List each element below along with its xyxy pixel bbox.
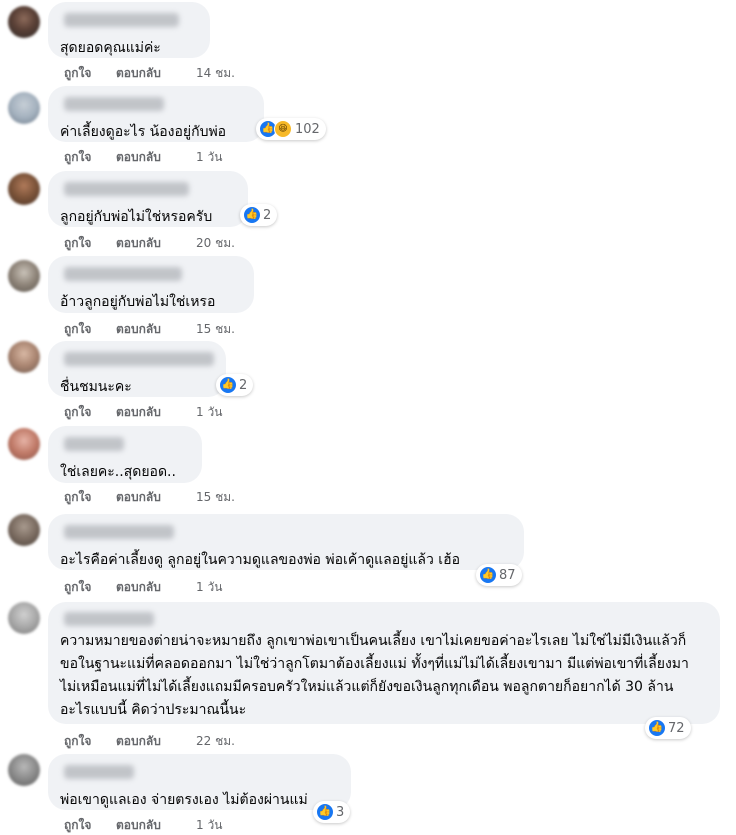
comment-text: ชื่นชมนะคะ (60, 379, 132, 395)
comment-text: อะไรคือค่าเลี้ยงดู ลูกอยู่ในความดูแลของพ… (60, 552, 461, 568)
author-name[interactable] (64, 182, 189, 196)
reply-link[interactable]: ตอบกลับ (116, 148, 196, 167)
comment-text: ใช่เลยคะ..สุดยอด.. (60, 464, 176, 480)
comment-text: พ่อเขาดูแลเอง จ่ายตรงเอง ไม่ต้องผ่านแม่ (60, 792, 308, 808)
comment-bubble: สุดยอดคุณแม่ค่ะ (48, 2, 210, 58)
like-icon: 👍 (219, 376, 237, 394)
author-name[interactable] (64, 97, 164, 111)
like-icon: 👍 (479, 566, 497, 584)
comment-bubble: ลูกอยู่กับพ่อไม่ใช่หรอครับ (48, 171, 248, 227)
avatar[interactable] (8, 260, 40, 292)
reaction-summary[interactable]: 👍 72 (645, 717, 691, 739)
haha-icon: 😆 (274, 120, 292, 138)
reaction-count: 3 (336, 804, 345, 820)
comment-actions: ถูกใจ ตอบกลับ 1 วัน (64, 403, 222, 422)
comment-bubble: ค่าเลี้ยงดูอะไร น้องอยู่กับพ่อ (48, 86, 264, 142)
comment-time[interactable]: 14 ชม. (196, 64, 235, 83)
comment-actions: ถูกใจ ตอบกลับ 1 วัน (64, 816, 222, 835)
like-link[interactable]: ถูกใจ (64, 148, 116, 167)
like-link[interactable]: ถูกใจ (64, 320, 116, 339)
comment-time[interactable]: 22 ชม. (196, 732, 235, 751)
reply-link[interactable]: ตอบกลับ (116, 732, 196, 751)
avatar[interactable] (8, 173, 40, 205)
reaction-count: 87 (499, 567, 516, 583)
reaction-summary[interactable]: 👍 87 (476, 564, 522, 586)
reply-link[interactable]: ตอบกลับ (116, 234, 196, 253)
like-link[interactable]: ถูกใจ (64, 732, 116, 751)
reaction-count: 2 (263, 207, 272, 223)
comment-actions: ถูกใจ ตอบกลับ 15 ชม. (64, 320, 235, 339)
comment-bubble: ชื่นชมนะคะ (48, 341, 226, 397)
reply-link[interactable]: ตอบกลับ (116, 816, 196, 835)
comment-time[interactable]: 15 ชม. (196, 320, 235, 339)
comment-time[interactable]: 20 ชม. (196, 234, 235, 253)
comment-time[interactable]: 1 วัน (196, 403, 222, 422)
reaction-count: 2 (239, 377, 248, 393)
avatar[interactable] (8, 92, 40, 124)
comment-actions: ถูกใจ ตอบกลับ 22 ชม. (64, 732, 235, 751)
author-name[interactable] (64, 525, 174, 539)
reply-link[interactable]: ตอบกลับ (116, 64, 196, 83)
comment-time[interactable]: 1 วัน (196, 578, 222, 597)
reaction-count: 102 (295, 121, 320, 137)
avatar[interactable] (8, 754, 40, 786)
like-icon: 👍 (648, 719, 666, 737)
like-icon: 👍 (243, 206, 261, 224)
comment-actions: ถูกใจ ตอบกลับ 15 ชม. (64, 488, 235, 507)
reaction-summary[interactable]: 👍 2 (216, 374, 254, 396)
like-link[interactable]: ถูกใจ (64, 403, 116, 422)
like-link[interactable]: ถูกใจ (64, 64, 116, 83)
comment-text: ค่าเลี้ยงดูอะไร น้องอยู่กับพ่อ (60, 124, 227, 140)
like-link[interactable]: ถูกใจ (64, 234, 116, 253)
reply-link[interactable]: ตอบกลับ (116, 488, 196, 507)
like-link[interactable]: ถูกใจ (64, 578, 116, 597)
comment-actions: ถูกใจ ตอบกลับ 14 ชม. (64, 64, 235, 83)
avatar[interactable] (8, 602, 40, 634)
like-link[interactable]: ถูกใจ (64, 488, 116, 507)
author-name[interactable] (64, 437, 124, 451)
reaction-summary[interactable]: 👍 2 (240, 204, 278, 226)
author-name[interactable] (64, 352, 214, 366)
comment-actions: ถูกใจ ตอบกลับ 1 วัน (64, 578, 222, 597)
comment-bubble: อ้าวลูกอยู่กับพ่อไม่ใช่เหรอ (48, 256, 254, 313)
author-name[interactable] (64, 13, 179, 27)
comment-text: ความหมายของต่ายน่าจะหมายถึง ลูกเขาพ่อเขา… (60, 633, 689, 718)
reply-link[interactable]: ตอบกลับ (116, 320, 196, 339)
comment-bubble: พ่อเขาดูแลเอง จ่ายตรงเอง ไม่ต้องผ่านแม่ (48, 754, 351, 810)
comment-time[interactable]: 1 วัน (196, 148, 222, 167)
comment-time[interactable]: 15 ชม. (196, 488, 235, 507)
like-link[interactable]: ถูกใจ (64, 816, 116, 835)
comment-time[interactable]: 1 วัน (196, 816, 222, 835)
avatar[interactable] (8, 428, 40, 460)
comment-actions: ถูกใจ ตอบกลับ 1 วัน (64, 148, 222, 167)
comment-bubble: อะไรคือค่าเลี้ยงดู ลูกอยู่ในความดูแลของพ… (48, 514, 524, 570)
reply-link[interactable]: ตอบกลับ (116, 578, 196, 597)
author-name[interactable] (64, 765, 134, 779)
reply-link[interactable]: ตอบกลับ (116, 403, 196, 422)
avatar[interactable] (8, 514, 40, 546)
avatar[interactable] (8, 6, 40, 38)
author-name[interactable] (64, 267, 182, 281)
comment-bubble: ความหมายของต่ายน่าจะหมายถึง ลูกเขาพ่อเขา… (48, 602, 720, 724)
comment-actions: ถูกใจ ตอบกลับ 20 ชม. (64, 234, 235, 253)
comment-bubble: ใช่เลยคะ..สุดยอด.. (48, 426, 202, 483)
avatar[interactable] (8, 341, 40, 373)
reaction-count: 72 (668, 720, 685, 736)
reaction-summary[interactable]: 👍 😆 102 (256, 118, 326, 140)
comment-text: ลูกอยู่กับพ่อไม่ใช่หรอครับ (60, 209, 213, 225)
author-name[interactable] (64, 612, 154, 626)
like-icon: 👍 (316, 803, 334, 821)
reaction-summary[interactable]: 👍 3 (313, 801, 351, 823)
comment-text: อ้าวลูกอยู่กับพ่อไม่ใช่เหรอ (60, 294, 216, 310)
comment-text: สุดยอดคุณแม่ค่ะ (60, 40, 161, 56)
